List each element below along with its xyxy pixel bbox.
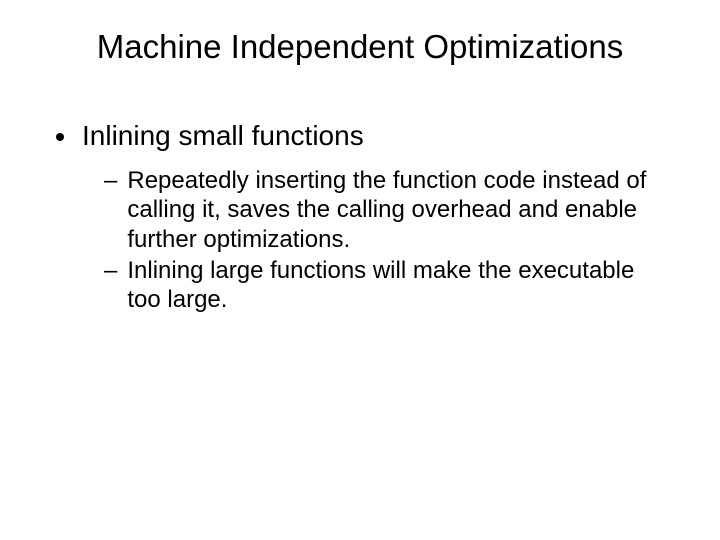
slide: Machine Independent Optimizations Inlini… [0,0,720,540]
bullet-level-2: – Repeatedly inserting the function code… [104,166,664,254]
bullet-level-2: – Inlining large functions will make the… [104,256,664,315]
dash-icon: – [104,256,117,285]
bullet-2-text: Inlining large functions will make the e… [127,256,664,315]
sub-bullet-group: – Repeatedly inserting the function code… [104,166,664,314]
slide-title: Machine Independent Optimizations [0,28,720,66]
bullet-2-text: Repeatedly inserting the function code i… [127,166,664,254]
slide-body: Inlining small functions – Repeatedly in… [56,120,664,316]
bullet-dot-icon [56,133,64,141]
bullet-1-text: Inlining small functions [82,120,364,152]
bullet-level-1: Inlining small functions [56,120,664,152]
dash-icon: – [104,166,117,195]
